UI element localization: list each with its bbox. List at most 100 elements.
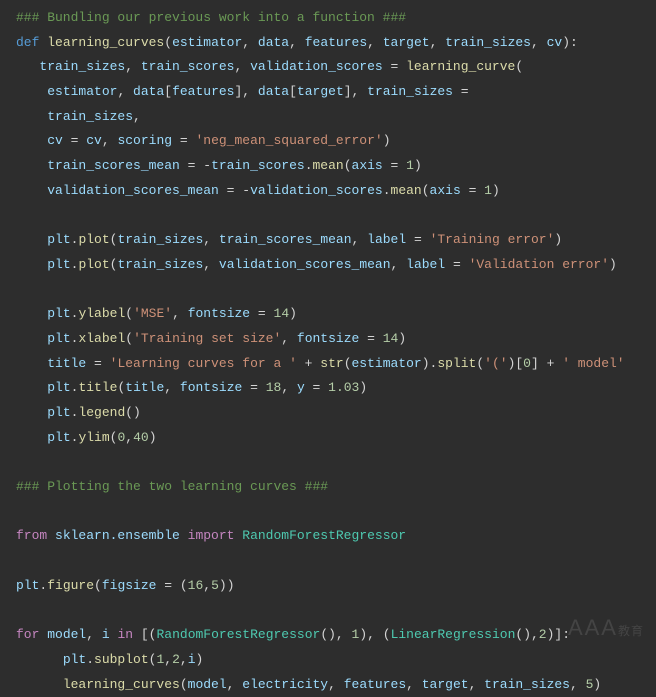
code-token: ). (422, 356, 438, 371)
code-token: ], (235, 84, 258, 99)
code-token: , (570, 677, 586, 692)
code-line: estimator, data[features], data[target],… (0, 80, 656, 105)
code-token: 18 (266, 380, 282, 395)
code-token: ### Bundling our previous work into a fu… (16, 10, 406, 25)
code-token: features (305, 35, 367, 50)
code-token: title (47, 356, 86, 371)
code-token: = - (180, 158, 211, 173)
code-token: , (133, 109, 141, 124)
code-token: ( (344, 356, 352, 371)
code-token: = (406, 232, 429, 247)
code-token: , (469, 677, 485, 692)
code-token: mean (313, 158, 344, 173)
code-token: train_sizes (47, 109, 133, 124)
code-token: cv (86, 133, 102, 148)
code-line: train_sizes, train_scores, validation_sc… (0, 55, 656, 80)
code-line: plt.figure(figsize = (16,5)) (0, 574, 656, 599)
code-token: = (250, 306, 273, 321)
code-line: train_scores_mean = -train_scores.mean(a… (0, 154, 656, 179)
code-token: 16 (188, 578, 204, 593)
code-token: ) (398, 331, 406, 346)
code-token: '(' (484, 356, 507, 371)
code-token: 'Training set size' (133, 331, 281, 346)
code-token: ) (383, 133, 391, 148)
code-line: plt.ylabel('MSE', fontsize = 14) (0, 302, 656, 327)
code-line: cv = cv, scoring = 'neg_mean_squared_err… (0, 129, 656, 154)
code-token: data (133, 84, 164, 99)
code-token: ) (149, 430, 157, 445)
code-token: , (328, 677, 344, 692)
code-token: features (172, 84, 234, 99)
code-token: plt (47, 306, 70, 321)
code-token: plt (47, 232, 70, 247)
code-token: 'neg_mean_squared_error' (195, 133, 382, 148)
code-token: ) (593, 677, 601, 692)
code-token: ), ( (359, 627, 390, 642)
code-token: [ (289, 84, 297, 99)
code-token: ) (359, 380, 367, 395)
code-token: ( (515, 59, 523, 74)
code-token: sklearn.ensemble (55, 528, 180, 543)
code-token: i (102, 627, 110, 642)
code-token: estimator (172, 35, 242, 50)
code-token: , (531, 35, 547, 50)
code-token: plt (47, 331, 70, 346)
code-token: plt (47, 405, 70, 420)
code-token: , (203, 578, 211, 593)
code-line: for model, i in [(RandomForestRegressor(… (0, 623, 656, 648)
code-token: data (258, 84, 289, 99)
code-token: , (203, 257, 219, 272)
code-line: plt.ylim(0,40) (0, 426, 656, 451)
code-token: plot (78, 232, 109, 247)
code-token: = (86, 356, 109, 371)
code-token: train_sizes (367, 84, 453, 99)
code-token: , (430, 35, 446, 50)
code-line: ### Bundling our previous work into a fu… (0, 6, 656, 31)
code-token: 5 (211, 578, 219, 593)
code-line: def learning_curves(estimator, data, fea… (0, 31, 656, 56)
code-token: train_scores (211, 158, 305, 173)
code-token: train_scores (141, 59, 235, 74)
code-token: ( (422, 183, 430, 198)
code-line: plt.subplot(1,2,i) (0, 648, 656, 673)
code-token: 2 (539, 627, 547, 642)
code-token: fontsize (297, 331, 359, 346)
code-token: = - (219, 183, 250, 198)
code-token: 1.03 (328, 380, 359, 395)
code-token: ' model' (562, 356, 624, 371)
code-token: train_sizes (445, 35, 531, 50)
code-token: , (102, 133, 118, 148)
code-token: plt (16, 578, 39, 593)
code-token: ], (344, 84, 367, 99)
code-token: label (406, 257, 445, 272)
code-token: , (391, 257, 407, 272)
code-token: 5 (586, 677, 594, 692)
code-token: RandomForestRegressor (242, 528, 406, 543)
code-token: , (164, 380, 180, 395)
code-token: 'Training error' (430, 232, 555, 247)
code-block: ### Bundling our previous work into a fu… (0, 6, 656, 697)
code-token: estimator (47, 84, 117, 99)
code-token: validation_scores (250, 183, 383, 198)
code-token: ylabel (78, 306, 125, 321)
code-token: 1 (484, 183, 492, 198)
code-token: subplot (94, 652, 149, 667)
code-token: i (188, 652, 196, 667)
code-token: y (297, 380, 305, 395)
code-token: ( (476, 356, 484, 371)
code-token: )[ (508, 356, 524, 371)
code-token: , (352, 232, 368, 247)
code-token: cv (547, 35, 563, 50)
code-token: , (289, 35, 305, 50)
code-token: 'Validation error' (469, 257, 609, 272)
code-token: ( (125, 306, 133, 321)
code-token: train_sizes (484, 677, 570, 692)
code-token: = (63, 133, 86, 148)
code-token: , (86, 627, 102, 642)
code-token: xlabel (78, 331, 125, 346)
code-token: ) (414, 158, 422, 173)
code-token: 40 (133, 430, 149, 445)
code-token: 14 (274, 306, 290, 321)
code-line (0, 278, 656, 303)
code-token: learning_curve (406, 59, 515, 74)
